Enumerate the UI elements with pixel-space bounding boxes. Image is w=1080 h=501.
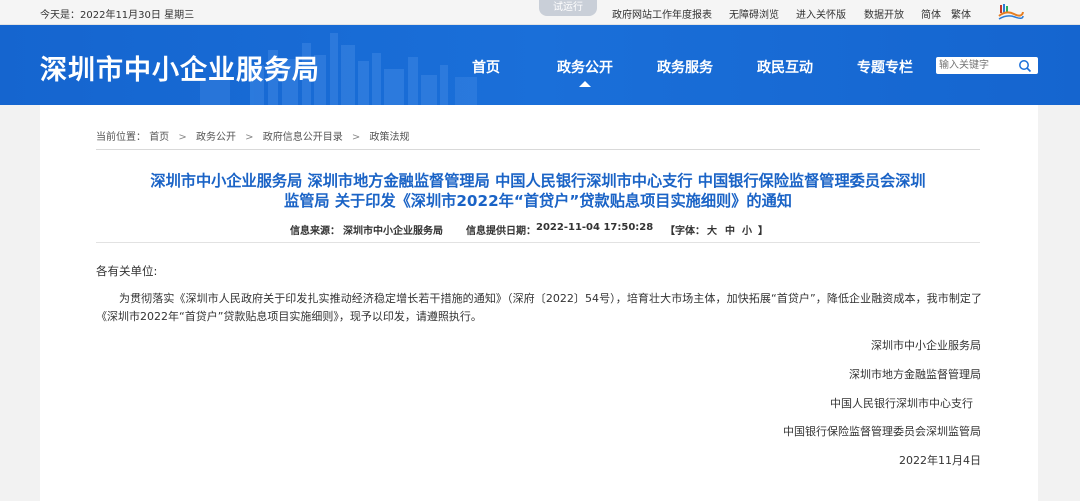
nav-interaction[interactable]: 政民互动 <box>757 57 813 77</box>
site-header: 深圳市中小企业服务局 首页 政务公开 政务服务 政民互动 专题专栏 <box>0 25 1080 105</box>
meta-divider <box>96 242 980 243</box>
breadcrumb-separator: > <box>245 132 254 143</box>
breadcrumb: 当前位置： 首页 > 政务公开 > 政府信息公开目录 > 政策法规 <box>96 128 409 143</box>
trial-badge: 试运行 <box>539 0 597 16</box>
article-body: 为贯彻落实《深圳市人民政府关于印发扎实推动经济稳定增长若干措施的通知》（深府〔2… <box>96 292 982 323</box>
city-logo-icon <box>998 4 1024 20</box>
active-nav-indicator <box>579 81 591 87</box>
article-title: 深圳市中小企业服务局 深圳市地方金融监督管理局 中国人民银行深圳市中心支行 中国… <box>96 171 980 211</box>
nav-gov-services[interactable]: 政务服务 <box>657 57 713 77</box>
site-title[interactable]: 深圳市中小企业服务局 <box>40 48 320 87</box>
article-title-line-2: 监管局 关于印发《深圳市2022年“首贷户”贷款贴息项目实施细则》的通知 <box>284 192 792 210</box>
signature-sme-bureau: 深圳市中小企业服务局 <box>871 339 981 352</box>
breadcrumb-info-catalog[interactable]: 政府信息公开目录 <box>263 132 343 143</box>
open-data-link[interactable]: 数据开放 <box>864 6 904 21</box>
care-mode-link[interactable]: 进入关怀版 <box>796 6 846 21</box>
date-label: 信息提供日期： <box>466 226 536 237</box>
font-medium-button[interactable]: 中 <box>725 222 735 237</box>
breadcrumb-policies[interactable]: 政策法规 <box>369 132 409 143</box>
breadcrumb-separator: > <box>178 132 187 143</box>
signature-pboc-branch: 中国人民银行深圳市中心支行 <box>830 397 973 410</box>
font-small-button[interactable]: 小 <box>742 222 752 237</box>
nav-special-topics[interactable]: 专题专栏 <box>857 57 913 77</box>
search-icon[interactable] <box>1018 59 1032 73</box>
source-label: 信息来源： <box>290 226 340 237</box>
nav-gov-affairs[interactable]: 政务公开 <box>557 57 613 77</box>
search-box <box>936 57 1038 74</box>
breadcrumb-home[interactable]: 首页 <box>149 132 169 143</box>
source-value: 深圳市中小企业服务局 <box>343 226 443 237</box>
search-input[interactable] <box>939 58 1015 73</box>
simplified-chinese-link[interactable]: 简体 <box>921 6 941 21</box>
current-date: 今天是：2022年11月30日 星期三 <box>40 10 195 21</box>
nav-home[interactable]: 首页 <box>472 57 500 77</box>
article-title-line-1: 深圳市中小企业服务局 深圳市地方金融监督管理局 中国人民银行深圳市中心支行 中国… <box>150 172 926 190</box>
breadcrumb-gov-affairs[interactable]: 政务公开 <box>196 132 236 143</box>
top-utility-bar: 今天是：2022年11月30日 星期三 试运行 政府网站工作年度报表 无障碍浏览… <box>0 0 1080 25</box>
font-size-label: 【字体： <box>665 226 705 237</box>
breadcrumb-prefix: 当前位置： <box>96 132 146 143</box>
breadcrumb-divider <box>96 149 980 150</box>
signature-finance-bureau: 深圳市地方金融监督管理局 <box>849 368 981 381</box>
date-value: 2022-11-04 17:50:28 <box>536 222 654 233</box>
annual-report-link[interactable]: 政府网站工作年度报表 <box>612 6 712 21</box>
traditional-chinese-link[interactable]: 繁体 <box>951 6 971 21</box>
signature-cbirc-bureau: 中国银行保险监督管理委员会深圳监管局 <box>783 425 981 438</box>
accessibility-link[interactable]: 无障碍浏览 <box>729 6 779 21</box>
breadcrumb-separator: > <box>351 132 361 143</box>
font-large-button[interactable]: 大 <box>707 222 717 237</box>
signature-date: 2022年11月4日 <box>899 454 981 467</box>
salutation: 各有关单位: <box>96 264 158 278</box>
font-size-end: 】 <box>758 226 768 237</box>
